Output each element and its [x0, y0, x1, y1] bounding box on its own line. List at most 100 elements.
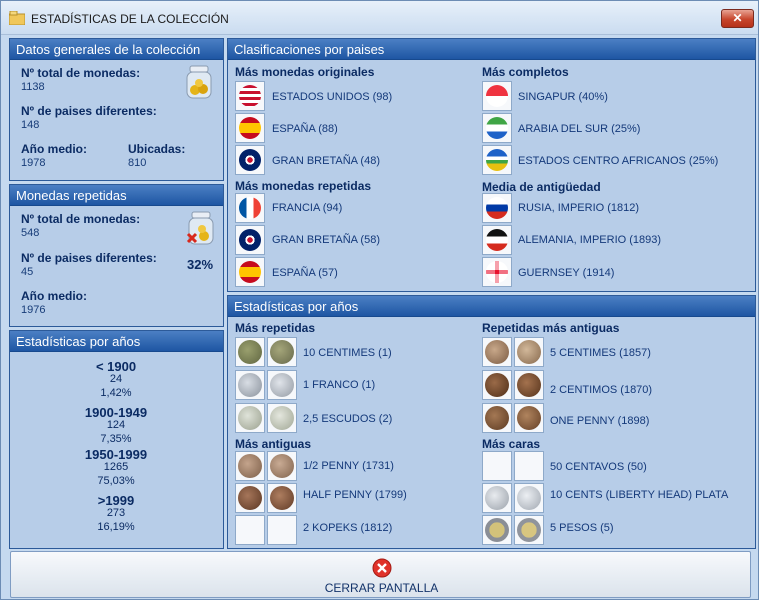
general-data-panel: Datos generales de la colección Nº total… — [9, 38, 224, 181]
oldest-coins-title: Más antiguas — [235, 437, 312, 451]
most-repeated-title: Más monedas repetidas — [235, 179, 372, 193]
repeated-countries-label: Nº de paises diferentes: — [21, 251, 157, 265]
repeated-percent: 32% — [187, 257, 214, 272]
most-original-title: Más monedas originales — [235, 65, 375, 79]
avg-year-value: 1978 — [21, 157, 46, 169]
coin-bimetal-icon — [482, 515, 512, 545]
year-count-2: 124 — [106, 419, 126, 431]
coin-reverse-icon — [514, 483, 544, 513]
coin-obverse-icon — [482, 337, 512, 367]
usa-flag-icon — [235, 81, 265, 111]
repeated-avg-year-value: 1976 — [21, 304, 46, 316]
coin-row: 2,5 ESCUDOS (2) — [303, 413, 393, 425]
spain-flag-icon — [235, 113, 265, 143]
coin-row: ONE PENNY (1898) — [550, 415, 650, 427]
statistics-window: ESTADÍSTICAS DE LA COLECCIÓN ✕ Datos gen… — [0, 0, 759, 600]
coin-empty-icon — [482, 451, 512, 481]
year-count-3: 1265 — [103, 461, 129, 473]
total-coins-label: Nº total de monedas: — [21, 66, 141, 80]
country-row: ESTADOS CENTRO AFRICANOS (25%) — [518, 155, 719, 167]
general-header: Datos generales de la colección — [10, 39, 223, 60]
countries-label: Nº de paises diferentes: — [21, 104, 157, 118]
avg-age-title: Media de antigüedad — [482, 180, 601, 194]
coin-obverse-icon — [235, 337, 265, 367]
coin-empty-icon — [267, 515, 297, 545]
country-row: GUERNSEY (1914) — [518, 267, 615, 279]
coin-obverse-icon — [235, 451, 265, 481]
country-row: GRAN BRETAÑA (58) — [272, 234, 380, 246]
countries-header: Clasificaciones por paises — [228, 39, 755, 60]
coin-row: 10 CENTIMES (1) — [303, 347, 392, 359]
repeated-avg-year-label: Año medio: — [21, 289, 87, 303]
years-left-panel: Estadísticas por años < 1900 24 1,42% 19… — [9, 330, 224, 549]
years-left-header: Estadísticas por años — [10, 331, 223, 352]
coin-obverse-icon — [482, 403, 512, 433]
france-flag-icon — [235, 193, 265, 223]
russia-flag-icon — [482, 193, 512, 223]
coin-reverse-icon — [267, 370, 297, 400]
coin-reverse-icon — [514, 337, 544, 367]
repeated-total-value: 548 — [21, 227, 40, 239]
guernsey-flag-icon — [482, 257, 512, 287]
coin-obverse-icon — [482, 483, 512, 513]
close-screen-label: CERRAR PANTALLA — [324, 581, 439, 595]
avg-year-label: Año medio: — [21, 142, 87, 156]
uk-flag-icon — [235, 145, 265, 175]
coin-row: 1/2 PENNY (1731) — [303, 460, 394, 472]
repeated-total-label: Nº total de monedas: — [21, 212, 141, 226]
central-african-states-flag-icon — [482, 145, 512, 175]
country-row: SINGAPUR (40%) — [518, 91, 608, 103]
coin-obverse-icon — [235, 483, 265, 513]
close-screen-button[interactable]: CERRAR PANTALLA — [10, 551, 751, 598]
repeated-coins-panel: Monedas repetidas Nº total de monedas: 5… — [9, 184, 224, 327]
year-pct-4: 16,19% — [97, 521, 135, 533]
years-right-header: Estadísticas por años — [228, 296, 755, 317]
coin-jar-remove-icon — [186, 210, 216, 251]
year-range-2: 1900-1949 — [84, 405, 148, 420]
coin-obverse-icon — [482, 370, 512, 400]
close-circle-icon — [372, 558, 392, 583]
countries-panel: Clasificaciones por paises Más monedas o… — [227, 38, 756, 292]
coin-row: 50 CENTAVOS (50) — [550, 461, 647, 473]
repeated-header: Monedas repetidas — [10, 185, 223, 206]
year-count-4: 273 — [106, 507, 126, 519]
coin-obverse-icon — [235, 403, 265, 433]
title-bar: ESTADÍSTICAS DE LA COLECCIÓN ✕ — [1, 1, 758, 35]
country-row: FRANCIA (94) — [272, 202, 343, 214]
year-range-3: 1950-1999 — [84, 447, 148, 462]
coin-reverse-icon — [514, 403, 544, 433]
year-count-1: 24 — [109, 373, 123, 385]
coin-row: 5 CENTIMES (1857) — [550, 347, 651, 359]
coin-row: 2 CENTIMOS (1870) — [550, 384, 653, 396]
coin-reverse-icon — [267, 451, 297, 481]
coin-row: 10 CENTS (LIBERTY HEAD) PLATA — [550, 489, 729, 501]
coin-reverse-icon — [267, 337, 297, 367]
country-row: ESPAÑA (57) — [272, 267, 338, 279]
coin-empty-icon — [514, 451, 544, 481]
germany-empire-flag-icon — [482, 225, 512, 255]
coin-row: 2 KOPEKS (1812) — [303, 522, 393, 534]
coin-row: HALF PENNY (1799) — [303, 489, 407, 501]
country-row: ESTADOS UNIDOS (98) — [272, 91, 393, 103]
coin-reverse-icon — [267, 483, 297, 513]
countries-value: 148 — [21, 119, 40, 131]
coin-bimetal-icon — [514, 515, 544, 545]
uk-flag-icon — [235, 225, 265, 255]
most-repeated-coins-title: Más repetidas — [235, 321, 316, 335]
coin-reverse-icon — [514, 370, 544, 400]
country-row: ESPAÑA (88) — [272, 123, 338, 135]
singapore-flag-icon — [482, 81, 512, 111]
year-range-1: < 1900 — [95, 359, 137, 374]
total-coins-value: 1138 — [21, 81, 45, 93]
oldest-repeated-title: Repetidas más antiguas — [482, 321, 620, 335]
year-range-4: >1999 — [97, 493, 135, 508]
spain-flag-icon — [235, 257, 265, 287]
close-button[interactable]: ✕ — [721, 9, 754, 28]
located-value: 810 — [128, 157, 147, 169]
coin-jar-icon — [184, 64, 214, 105]
country-row: ARABIA DEL SUR (25%) — [518, 123, 641, 135]
coin-obverse-icon — [235, 370, 265, 400]
folder-icon — [8, 10, 26, 26]
south-arabia-flag-icon — [482, 113, 512, 143]
year-pct-2: 7,35% — [100, 433, 132, 445]
